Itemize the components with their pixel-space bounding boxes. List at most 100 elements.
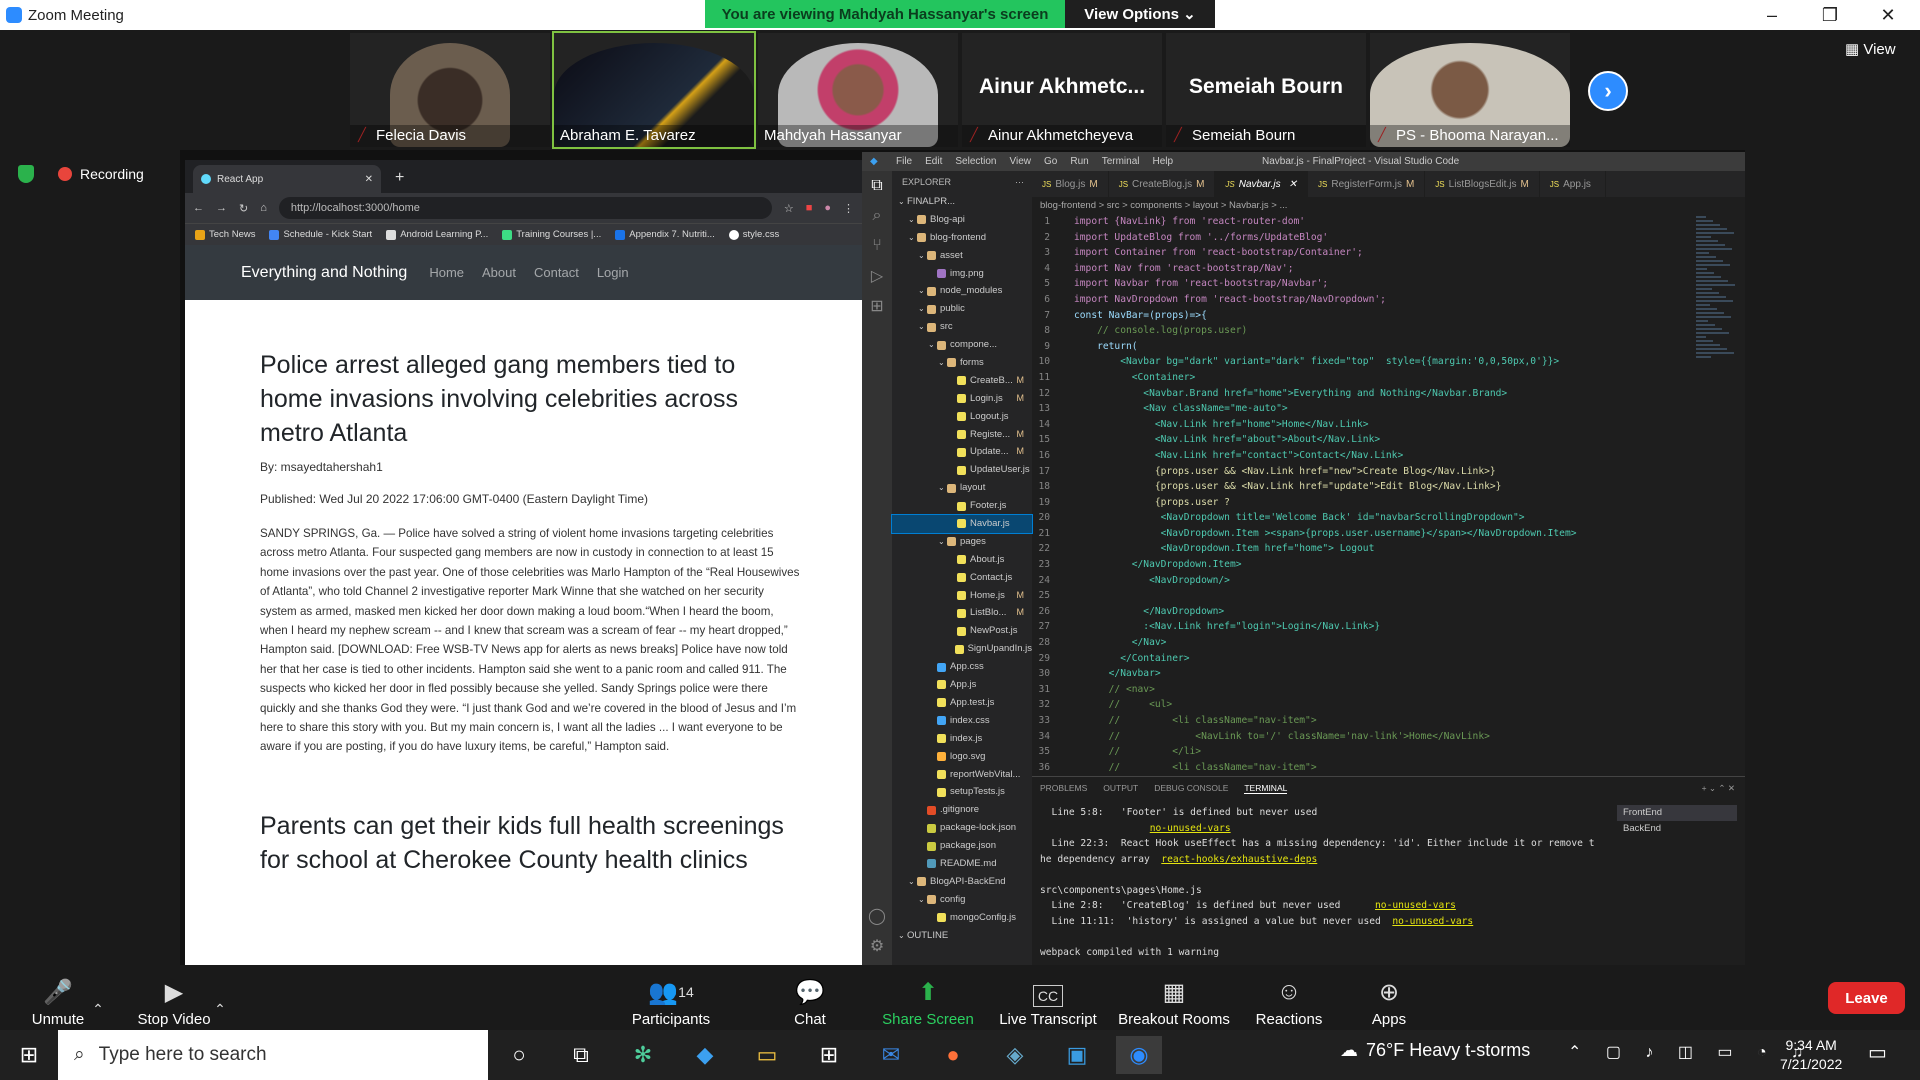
new-tab-button[interactable]: + [395, 169, 404, 187]
tree-file[interactable]: logo.svg [892, 748, 1032, 766]
tab-debug-console[interactable]: DEBUG CONSOLE [1154, 783, 1228, 793]
participant-tile[interactable]: Ainur Akhmetc... ╱ Ainur Akhmetcheyeva [962, 33, 1162, 147]
participant-tile[interactable]: Abraham E. Tavarez [552, 31, 756, 149]
bookmark[interactable]: Appendix 7. Nutriti... [615, 229, 715, 240]
menu-view[interactable]: View [1010, 156, 1032, 167]
store-icon[interactable]: ⊞ [806, 1036, 852, 1074]
eslint-rule-link[interactable]: no-unused-vars [1150, 823, 1231, 834]
settings-gear-icon[interactable]: ⚙ [862, 931, 892, 961]
file-explorer-icon[interactable]: ▭ [744, 1036, 790, 1074]
bookmark[interactable]: Schedule - Kick Start [269, 229, 372, 240]
nav-link-contact[interactable]: Contact [534, 265, 579, 280]
tree-file[interactable]: App.test.js [892, 694, 1032, 712]
bookmark[interactable]: Training Courses |... [502, 229, 601, 240]
tree-file[interactable]: Logout.js [892, 408, 1032, 426]
menu-help[interactable]: Help [1153, 156, 1174, 167]
tab-problems[interactable]: PROBLEMS [1040, 783, 1087, 793]
tree-file[interactable]: NewPost.js [892, 622, 1032, 640]
start-windows-icon[interactable]: ⊞ [0, 1030, 58, 1080]
eslint-rule-link[interactable]: react-hooks/exhaustive-deps [1161, 854, 1317, 865]
tree-folder[interactable]: ⌄ layout [892, 479, 1032, 497]
close-tab-icon[interactable]: ✕ [1289, 179, 1297, 190]
view-options-button[interactable]: View Options ⌄ [1065, 0, 1215, 28]
tab-output[interactable]: OUTPUT [1103, 783, 1138, 793]
editor-tab[interactable]: JS App.js [1540, 171, 1606, 197]
taskbar-search[interactable]: ⌕ Type here to search [58, 1030, 488, 1080]
nav-link-login[interactable]: Login [597, 265, 629, 280]
view-button[interactable]: ▦ View [1845, 40, 1896, 58]
live-transcript-button[interactable]: CC Live Transcript [996, 968, 1100, 1028]
bookmark[interactable]: Tech News [195, 229, 255, 240]
tree-file[interactable]: index.js [892, 730, 1032, 748]
menu-edit[interactable]: Edit [925, 156, 942, 167]
tree-folder[interactable]: ⌄ BlogAPI-BackEnd [892, 873, 1032, 891]
menu-run[interactable]: Run [1070, 156, 1088, 167]
menu-terminal[interactable]: Terminal [1102, 156, 1140, 167]
bookmark[interactable]: style.css [728, 229, 779, 240]
minimize-button[interactable]: – [1743, 0, 1801, 30]
menu-go[interactable]: Go [1044, 156, 1057, 167]
leave-button[interactable]: Leave [1828, 982, 1905, 1014]
home-icon[interactable]: ⌂ [260, 202, 267, 214]
breakout-rooms-button[interactable]: ▦ Breakout Rooms [1116, 968, 1232, 1029]
tree-file[interactable]: index.css [892, 712, 1032, 730]
minimap[interactable] [1692, 214, 1745, 776]
editor-tab[interactable]: JS Blog.js M [1032, 171, 1109, 197]
site-brand[interactable]: Everything and Nothing [241, 264, 407, 282]
tree-file[interactable]: package-lock.json [892, 819, 1032, 837]
participant-tile[interactable]: ╱ PS - Bhooma Narayan... [1370, 33, 1570, 147]
tree-folder[interactable]: ⌄ blog-frontend [892, 229, 1032, 247]
editor-tab[interactable]: JS RegisterForm.js M [1308, 171, 1426, 197]
tree-folder[interactable]: ⌄ config [892, 891, 1032, 909]
tree-folder[interactable]: ⌄ src [892, 318, 1032, 336]
participant-tile[interactable]: Mahdyah Hassanyar [758, 33, 958, 147]
back-icon[interactable]: ← [193, 202, 204, 214]
tree-file[interactable]: Registe... M [892, 426, 1032, 444]
tree-file[interactable]: CreateB... M [892, 372, 1032, 390]
browser-tab[interactable]: React App ✕ [193, 165, 381, 193]
tree-file[interactable]: Home.js M [892, 587, 1032, 605]
tree-file[interactable]: Update... M [892, 443, 1032, 461]
editor-tab[interactable]: JS CreateBlog.js M [1109, 171, 1216, 197]
tree-file[interactable]: package.json [892, 837, 1032, 855]
editor-tab[interactable]: JS ListBlogsEdit.js M [1425, 171, 1540, 197]
tree-file[interactable]: mongoConfig.js [892, 909, 1032, 927]
tree-file[interactable]: Login.js M [892, 390, 1032, 408]
next-page-arrow-icon[interactable]: › [1588, 71, 1628, 111]
taskbar-clock[interactable]: 9:34 AM 7/21/2022 [1780, 1036, 1842, 1074]
tree-file[interactable]: Navbar.js [891, 514, 1033, 534]
tab-terminal[interactable]: TERMINAL [1244, 783, 1288, 794]
close-tab-icon[interactable]: ✕ [365, 174, 373, 185]
zoom-taskbar-icon[interactable]: ◉ [1116, 1036, 1162, 1074]
terminal-output[interactable]: Line 5:8: 'Footer' is defined but never … [1040, 805, 1600, 960]
extensions-icon[interactable]: ■ [806, 202, 813, 214]
panel-actions[interactable]: + ⌄ ⌃ ✕ [1702, 783, 1735, 794]
close-button[interactable]: ✕ [1859, 0, 1917, 30]
menu-file[interactable]: File [896, 156, 912, 167]
code-editor[interactable]: 1 import {NavLink} from 'react-router-dom… [1032, 214, 1692, 776]
tree-file[interactable]: ListBlo... M [892, 604, 1032, 622]
apps-button[interactable]: ⊕ Apps [1368, 968, 1410, 1029]
tree-folder[interactable]: ⌄ Blog-api [892, 211, 1032, 229]
tree-folder[interactable]: ⌄ public [892, 300, 1032, 318]
tree-file[interactable]: App.js [892, 676, 1032, 694]
vscode-taskbar-icon[interactable]: ◆ [682, 1036, 728, 1074]
terminal-backend[interactable]: BackEnd [1617, 821, 1737, 837]
tree-file[interactable]: About.js [892, 551, 1032, 569]
share-screen-button[interactable]: ⬆ Share Screen [880, 968, 976, 1029]
tree-file[interactable]: App.css [892, 658, 1032, 676]
bookmark[interactable]: Android Learning P... [386, 229, 488, 240]
profile-icon[interactable]: ● [824, 202, 831, 214]
notifications-icon[interactable]: ▭ [1868, 1040, 1887, 1065]
participant-tile[interactable]: Semeiah Bourn ╱ Semeiah Bourn [1166, 33, 1366, 147]
terminal-frontend[interactable]: FrontEnd [1617, 805, 1737, 821]
run-debug-icon[interactable]: ▷ [862, 261, 892, 291]
participant-tile[interactable]: ╱ Felecia Davis [350, 33, 550, 147]
tree-folder[interactable]: ⌄ compone... [892, 336, 1032, 354]
nav-link-home[interactable]: Home [429, 265, 464, 280]
reload-icon[interactable]: ↻ [239, 202, 248, 215]
eslint-rule-link[interactable]: no-unused-vars [1392, 916, 1473, 927]
tree-file[interactable]: Contact.js [892, 569, 1032, 587]
reactions-button[interactable]: ☺ Reactions [1256, 968, 1323, 1028]
extensions-icon[interactable]: ⊞ [862, 291, 892, 321]
